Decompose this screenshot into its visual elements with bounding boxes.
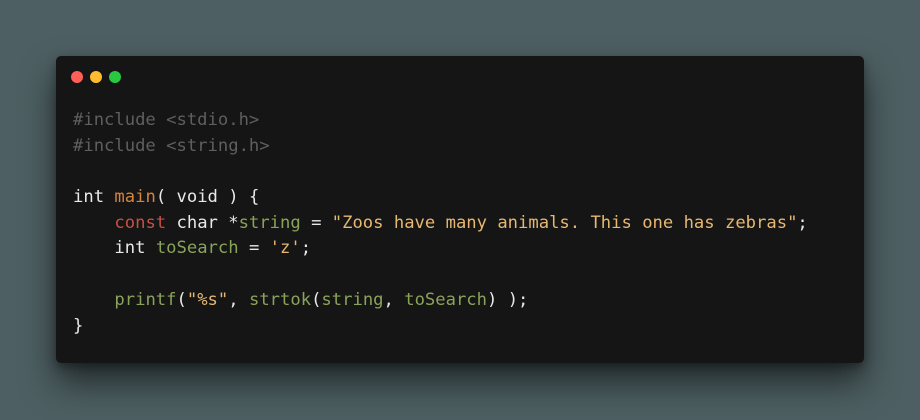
code-line: int toSearch = 'z';: [73, 236, 808, 262]
canvas-background: #include <stdio.h> #include <string.h> in…: [0, 0, 920, 420]
paren-open: (: [176, 289, 187, 310]
code-line: #include <string.h>: [73, 134, 808, 160]
variable-tosearch: toSearch: [155, 238, 239, 259]
call-printf: printf: [114, 289, 177, 310]
code-line: #include <stdio.h>: [73, 108, 808, 134]
code-line: int main( void ) {: [73, 185, 808, 211]
closing-brace: }: [73, 315, 84, 336]
call-strtok: strtok: [248, 289, 312, 310]
code-line: const char *string = "Zoos have many ani…: [73, 211, 808, 237]
type-char: char: [176, 212, 218, 233]
type-int: int: [114, 238, 146, 259]
include-directive: #include <string.h>: [73, 135, 270, 156]
string-literal: "Zoos have many animals. This one has ze…: [331, 212, 798, 233]
close-dot-icon[interactable]: [71, 71, 83, 83]
semicolon: ;: [300, 238, 312, 259]
assign-op: =: [300, 212, 332, 233]
include-directive: #include <stdio.h>: [73, 110, 260, 130]
code-line: }: [73, 314, 808, 340]
type-int: int: [73, 187, 105, 208]
keyword-const: const: [114, 212, 167, 233]
code-window: #include <stdio.h> #include <string.h> in…: [56, 56, 864, 363]
arg-string: string: [321, 289, 384, 310]
code-line: printf("%s", strtok(string, toSearch) );: [73, 288, 808, 314]
minimize-dot-icon[interactable]: [90, 71, 102, 83]
comma: ,: [228, 289, 249, 310]
char-literal: 'z': [269, 238, 301, 259]
paren-open: (: [311, 289, 322, 310]
comma: ,: [383, 289, 405, 310]
variable-string: string: [238, 212, 301, 233]
pointer-star: *: [217, 212, 239, 233]
function-signature: ( void ) {: [155, 187, 260, 208]
window-controls: [71, 71, 121, 83]
code-block: #include <stdio.h> #include <string.h> in…: [73, 108, 808, 339]
function-name: main: [114, 187, 156, 208]
maximize-dot-icon[interactable]: [109, 71, 121, 83]
format-string: "%s": [186, 289, 229, 310]
arg-tosearch: toSearch: [404, 289, 488, 310]
paren-close: ) );: [487, 289, 529, 310]
assign-op: =: [238, 238, 270, 259]
semicolon: ;: [797, 212, 808, 233]
